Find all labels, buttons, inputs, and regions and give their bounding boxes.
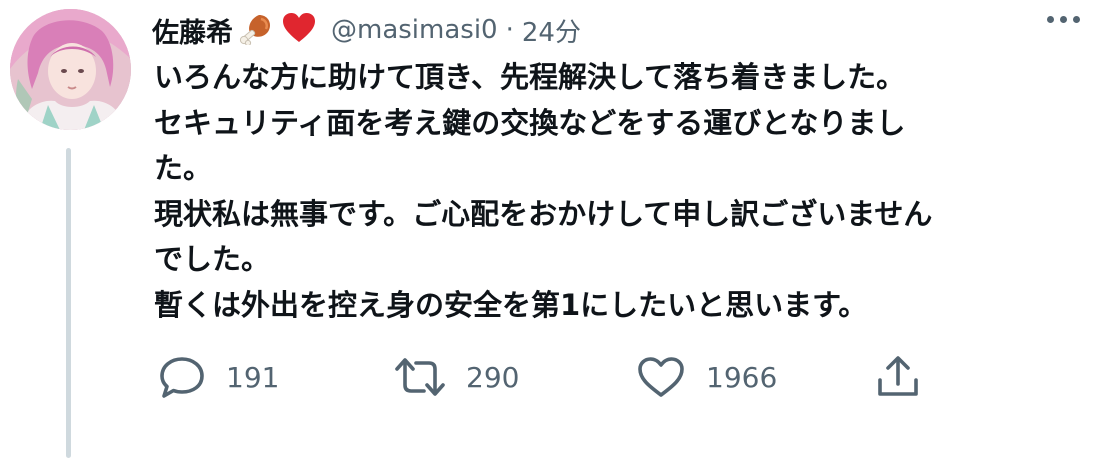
reply-count: 191 (226, 360, 280, 394)
heart-icon (636, 355, 686, 399)
red-heart-emoji-icon (281, 12, 317, 48)
tweet-text-line: た。 (154, 151, 213, 185)
like-button[interactable]: 1966 (636, 352, 777, 402)
share-icon (874, 354, 922, 400)
display-name[interactable]: 佐藤希 (152, 11, 233, 50)
tweet-text: いろんな方に助けて頂き、先程解決して落ち着きました。 セキュリティ面を考え鍵の交… (154, 55, 1084, 328)
retweet-count: 290 (466, 360, 520, 394)
tweet-header: 佐藤希 @masimasi0 · 24分 (152, 8, 1078, 52)
thread-connector-line (66, 148, 71, 458)
retweet-button[interactable]: 290 (394, 352, 519, 402)
retweet-icon (394, 355, 446, 399)
share-button[interactable] (874, 352, 922, 402)
tweet-text-line: いろんな方に助けて頂き、先程解決して落ち着きました。 (154, 60, 906, 94)
tweet-text-line: でした。 (154, 242, 271, 276)
meat-on-bone-emoji-icon (239, 11, 275, 49)
like-count: 1966 (706, 360, 778, 394)
separator-dot: · (505, 15, 514, 45)
user-handle[interactable]: @masimasi0 (331, 15, 498, 45)
more-options-icon[interactable] (1043, 10, 1084, 29)
tweet-text-line: セキュリティ面を考え鍵の交換などをする運びとなりまし (154, 105, 906, 140)
tweet-text-line: 暫くは外出を控え身の安全を第1にしたいと思います。 (154, 287, 868, 322)
reply-icon (158, 355, 206, 399)
timestamp[interactable]: 24分 (522, 12, 581, 49)
tweet-text-line: 現状私は無事です。ご心配をおかけして申し訳ございません (154, 196, 933, 231)
reply-button[interactable]: 191 (158, 352, 279, 402)
tweet-actions: 191 290 1966 (158, 352, 1058, 402)
avatar[interactable] (10, 9, 131, 130)
